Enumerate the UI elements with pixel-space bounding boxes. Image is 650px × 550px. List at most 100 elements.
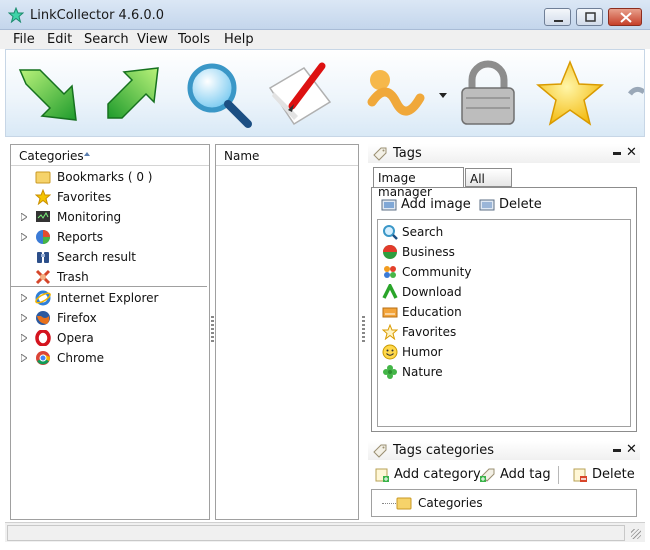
delete-image-icon bbox=[479, 199, 495, 211]
ie-icon bbox=[35, 290, 51, 306]
expand-arrow-icon[interactable] bbox=[21, 334, 27, 342]
expand-arrow-icon[interactable] bbox=[21, 354, 27, 362]
status-segment bbox=[7, 525, 625, 541]
category-item-monitoring[interactable]: Monitoring bbox=[11, 207, 207, 227]
browser-item-internet-explorer[interactable]: Internet Explorer bbox=[11, 288, 207, 308]
expand-arrow-icon[interactable] bbox=[21, 213, 27, 221]
binoculars-icon bbox=[37, 252, 49, 263]
folder-icon bbox=[396, 497, 412, 510]
tag-category-tree: Categories bbox=[371, 489, 637, 517]
splitter-handle-right[interactable] bbox=[362, 316, 365, 342]
add-tag-icon bbox=[480, 468, 495, 482]
star-icon bbox=[382, 324, 398, 340]
menu-bar: File Edit Search View Tools Help bbox=[0, 30, 650, 49]
minimize-panel-icon[interactable] bbox=[613, 449, 621, 452]
tab-all-tags[interactable]: All tags bbox=[465, 168, 512, 200]
close-panel-icon[interactable]: ✕ bbox=[626, 145, 637, 160]
app-star-icon bbox=[8, 7, 24, 23]
categories-pane: Categories Bookmarks ( 0 ) Favorites Mon… bbox=[10, 144, 210, 520]
category-item-favorites[interactable]: Favorites bbox=[11, 187, 207, 207]
folder-icon bbox=[35, 171, 51, 184]
tag-item-download[interactable]: Download bbox=[382, 282, 622, 302]
browser-item-opera[interactable]: Opera bbox=[11, 328, 207, 348]
down-arrow-icon[interactable] bbox=[14, 58, 86, 130]
community-icon bbox=[384, 266, 396, 278]
tag-categories-panel-label: Tags categories bbox=[393, 443, 495, 458]
tags-panel-label: Tags bbox=[393, 146, 422, 161]
leaf-icon bbox=[383, 365, 397, 379]
close-panel-icon[interactable]: ✕ bbox=[626, 442, 637, 457]
tab-image-manager[interactable]: Image manager bbox=[373, 167, 464, 199]
window-title: LinkCollector 4.6.0.0 bbox=[30, 8, 165, 23]
chevron-down-icon[interactable] bbox=[438, 92, 448, 100]
trash-icon bbox=[35, 269, 51, 285]
tag-categories-panel-title: Tags categories ✕ bbox=[368, 441, 640, 460]
category-item-search-result[interactable]: Search result bbox=[11, 247, 207, 267]
splitter-handle-left[interactable] bbox=[211, 316, 214, 342]
smiley-icon bbox=[382, 344, 398, 360]
delete-icon bbox=[573, 468, 587, 482]
browser-item-chrome[interactable]: Chrome bbox=[11, 348, 207, 368]
menu-tools[interactable]: Tools bbox=[178, 32, 210, 47]
expand-arrow-icon[interactable] bbox=[21, 233, 27, 241]
tag-item-education[interactable]: Education bbox=[382, 302, 622, 322]
resize-grip[interactable] bbox=[631, 529, 641, 539]
name-column-header[interactable]: Name bbox=[216, 145, 358, 166]
expand-arrow-icon[interactable] bbox=[21, 294, 27, 302]
bulb-icon[interactable] bbox=[356, 58, 428, 130]
tag-icon bbox=[373, 147, 387, 161]
category-item-reports[interactable]: Reports bbox=[11, 227, 207, 247]
download-icon bbox=[382, 284, 398, 299]
menu-file[interactable]: File bbox=[13, 32, 35, 47]
firefox-icon bbox=[36, 311, 50, 325]
minimize-panel-icon[interactable] bbox=[613, 152, 621, 155]
tag-list: Search Business Community Download Educa… bbox=[377, 219, 631, 427]
tag-item-business[interactable]: Business bbox=[382, 242, 622, 262]
up-arrow-icon[interactable] bbox=[98, 58, 170, 130]
magnifier-icon[interactable] bbox=[182, 58, 254, 130]
browser-item-firefox[interactable]: Firefox bbox=[11, 308, 207, 328]
menu-help[interactable]: Help bbox=[224, 32, 254, 47]
expand-arrow-icon[interactable] bbox=[21, 314, 27, 322]
category-item-bookmarks[interactable]: Bookmarks ( 0 ) bbox=[11, 167, 207, 187]
tag-item-nature[interactable]: Nature bbox=[382, 362, 622, 382]
status-bar bbox=[5, 522, 645, 542]
tags-panel-title: Tags ✕ bbox=[368, 144, 640, 163]
tag-item-favorites[interactable]: Favorites bbox=[382, 322, 622, 342]
search-icon bbox=[383, 225, 398, 240]
business-icon bbox=[383, 245, 397, 259]
title-bar: LinkCollector 4.6.0.0 bbox=[0, 0, 650, 30]
paper-pen-icon[interactable] bbox=[264, 58, 336, 130]
close-window-button[interactable] bbox=[608, 8, 642, 26]
tree-divider bbox=[11, 286, 207, 287]
toolbar bbox=[5, 49, 645, 137]
book-icon bbox=[382, 307, 398, 318]
category-item-trash[interactable]: Trash bbox=[11, 267, 207, 287]
monitor-icon bbox=[36, 211, 50, 222]
categories-header[interactable]: Categories bbox=[11, 145, 209, 166]
minimize-button[interactable] bbox=[544, 8, 571, 26]
menu-search[interactable]: Search bbox=[84, 32, 129, 47]
categories-header-label: Categories bbox=[19, 149, 84, 163]
menu-view[interactable]: View bbox=[137, 32, 168, 47]
tag-icon bbox=[373, 444, 387, 458]
sort-up-icon bbox=[84, 152, 90, 156]
padlock-icon[interactable] bbox=[452, 58, 524, 130]
tree-node-categories[interactable]: Categories bbox=[418, 496, 483, 510]
add-category-icon bbox=[375, 468, 389, 482]
star-icon[interactable] bbox=[534, 58, 606, 130]
pie-chart-icon bbox=[36, 230, 50, 244]
add-image-icon bbox=[381, 199, 397, 211]
chrome-icon bbox=[36, 351, 51, 365]
links-list-pane: Name bbox=[215, 144, 359, 520]
opera-icon bbox=[35, 330, 51, 346]
name-column-label: Name bbox=[224, 149, 260, 163]
toolbar-divider bbox=[558, 466, 559, 484]
tag-item-search[interactable]: Search bbox=[382, 222, 622, 242]
menu-edit[interactable]: Edit bbox=[47, 32, 72, 47]
tag-item-community[interactable]: Community bbox=[382, 262, 622, 282]
tag-item-humor[interactable]: Humor bbox=[382, 342, 622, 362]
partial-toolbar-icon[interactable] bbox=[620, 58, 645, 130]
maximize-button[interactable] bbox=[576, 8, 603, 26]
tree-connector bbox=[382, 503, 396, 504]
